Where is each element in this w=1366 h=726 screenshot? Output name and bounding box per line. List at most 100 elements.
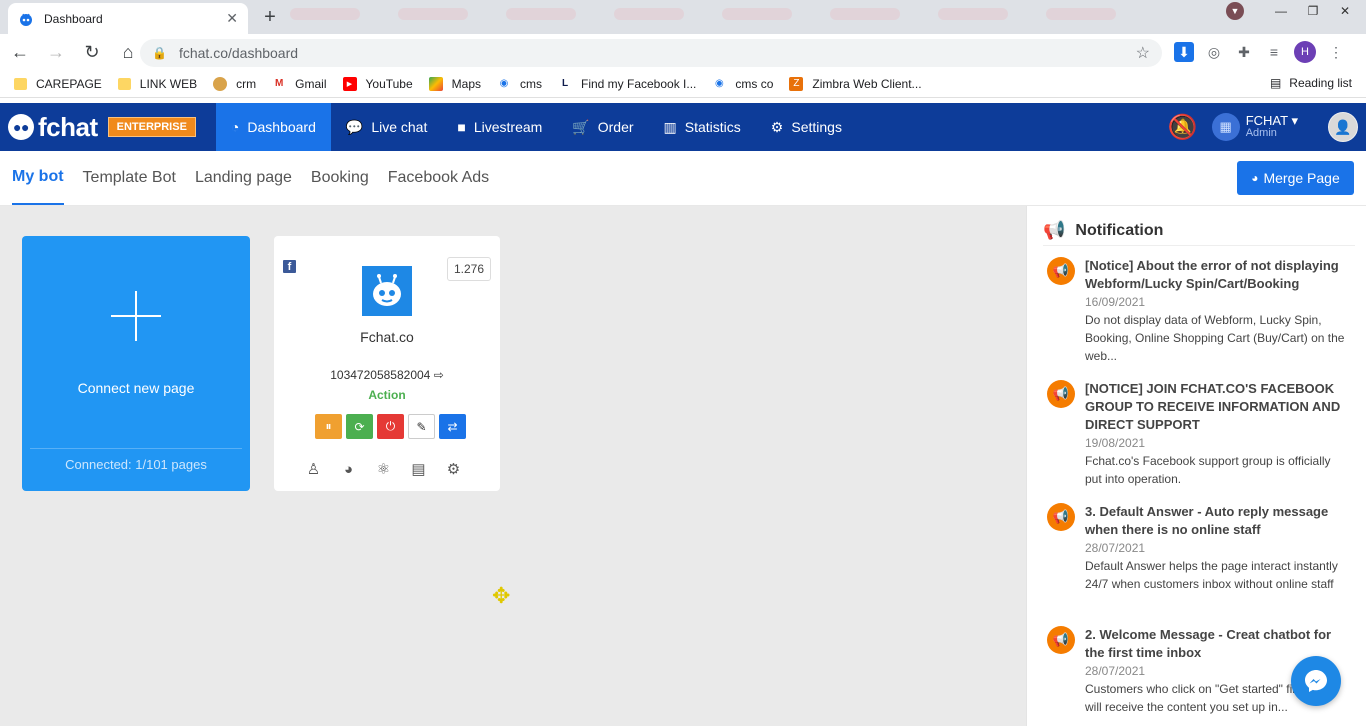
bookmark-star-icon[interactable]: ☆ bbox=[1136, 43, 1150, 63]
restore-button[interactable]: ❐ bbox=[1300, 2, 1326, 20]
messenger-chat-button[interactable] bbox=[1291, 656, 1341, 706]
header-right: 🔕 ▦ FCHAT ▾ Admin 👤 bbox=[1168, 103, 1358, 151]
account-building-icon: ▦ bbox=[1211, 113, 1240, 141]
card-divider bbox=[30, 448, 242, 449]
nav-settings[interactable]: ⚙ Settings bbox=[756, 103, 857, 151]
nav-livestream[interactable]: ■ Livestream bbox=[442, 103, 557, 151]
page-status: Action bbox=[368, 388, 406, 402]
close-window-button[interactable]: ✕ bbox=[1332, 2, 1358, 20]
browser-menu-icon[interactable]: ⋮ bbox=[1326, 42, 1346, 62]
nav-statistics[interactable]: ▥ Statistics bbox=[649, 103, 756, 151]
address-bar[interactable]: 🔒 fchat.co/dashboard ☆ bbox=[140, 39, 1162, 67]
profile-avatar[interactable]: H bbox=[1294, 41, 1316, 63]
fchat-logo[interactable]: ●● fchat bbox=[8, 112, 98, 143]
new-tab-button[interactable]: + bbox=[258, 6, 282, 28]
bookmarks-bar: CAREPAGE LINK WEB crm M Gmail ▶ YouTube Ma… bbox=[0, 70, 1366, 98]
crm-avatar-icon bbox=[213, 76, 228, 91]
bookmark-link-web[interactable]: LINK WEB bbox=[117, 77, 197, 91]
messenger-icon[interactable]: ◕ bbox=[339, 460, 358, 478]
chat-bubble-icon: 💬 bbox=[345, 118, 364, 135]
fchat-favicon-icon bbox=[18, 11, 34, 27]
tab-template-bot[interactable]: Template Bot bbox=[83, 151, 176, 205]
notifications-muted-icon[interactable]: 🔕 bbox=[1168, 113, 1198, 142]
back-button[interactable]: ← bbox=[4, 36, 36, 68]
atom-icon[interactable]: ⚛ bbox=[374, 460, 393, 478]
external-link-icon: ⇨ bbox=[433, 368, 444, 382]
gear-icon[interactable]: ⚙ bbox=[444, 460, 463, 478]
page-avatar[interactable] bbox=[362, 266, 412, 316]
user-icon[interactable]: ♙ bbox=[304, 460, 323, 478]
page-card: f 1.276 Fchat.co 103472058582004 ⇨ Actio… bbox=[274, 236, 500, 491]
browser-tabstrip: Dashboard ✕ + ▼ — ❐ ✕ bbox=[0, 0, 1366, 34]
extension-circle-icon[interactable]: ◎ bbox=[1204, 42, 1224, 62]
tab-facebook-ads[interactable]: Facebook Ads bbox=[388, 151, 489, 205]
media-control-icon[interactable]: ▼ bbox=[1226, 2, 1244, 20]
caret-down-icon: ▾ bbox=[1291, 113, 1298, 129]
swap-button[interactable]: ⇄ bbox=[439, 414, 466, 439]
browser-tab-title: Dashboard bbox=[44, 11, 103, 26]
gmail-icon: M bbox=[274, 78, 284, 89]
close-tab-icon[interactable]: ✕ bbox=[226, 10, 238, 27]
bookmark-youtube[interactable]: ▶ YouTube bbox=[342, 76, 413, 91]
power-button[interactable]: ⏻ bbox=[377, 414, 404, 439]
messenger-icon bbox=[1305, 670, 1327, 692]
extensions-puzzle-icon[interactable]: ✚ bbox=[1234, 42, 1254, 62]
facebook-icon: f bbox=[283, 260, 296, 273]
gear-icon: ⚙ bbox=[770, 118, 784, 135]
bookmark-maps[interactable]: Maps bbox=[428, 76, 481, 91]
tab-my-bot[interactable]: My bot bbox=[12, 151, 64, 205]
media-queue-icon[interactable]: ≡ bbox=[1264, 42, 1284, 62]
nav-order[interactable]: 🛒 Order bbox=[557, 103, 648, 151]
bookmark-gmail[interactable]: M Gmail bbox=[272, 77, 327, 91]
youtube-icon: ▶ bbox=[342, 76, 357, 91]
account-menu[interactable]: FCHAT ▾ Admin bbox=[1246, 114, 1298, 139]
background-tabs[interactable] bbox=[290, 8, 1116, 20]
connect-new-page-card[interactable]: Connect new page Connected: 1/101 pages bbox=[22, 236, 250, 491]
enterprise-badge: ENTERPRISE bbox=[107, 117, 196, 137]
nav-live-chat[interactable]: 💬 Live chat bbox=[331, 103, 442, 151]
fchat-bot-icon: ◉ bbox=[499, 78, 509, 89]
folder-icon bbox=[14, 77, 27, 90]
sub-nav: My bot Template Bot Landing page Booking… bbox=[0, 151, 1366, 206]
folder-icon bbox=[117, 77, 131, 90]
messenger-icon: ◕ bbox=[1251, 171, 1259, 185]
bookmark-zimbra[interactable]: Z Zimbra Web Client... bbox=[789, 76, 922, 91]
dashboard-gauge-icon: ◔ bbox=[230, 119, 240, 135]
download-extension-icon[interactable]: ⬇ bbox=[1174, 42, 1194, 62]
plus-icon bbox=[111, 291, 161, 341]
notification-header: 📢 Notification bbox=[1043, 216, 1355, 246]
connect-new-page-label: Connect new page bbox=[77, 380, 195, 396]
bookmark-find-facebook-id[interactable]: L Find my Facebook I... bbox=[558, 77, 696, 91]
robot-icon bbox=[373, 274, 401, 306]
forward-button[interactable]: → bbox=[40, 36, 72, 68]
tab-booking[interactable]: Booking bbox=[311, 151, 369, 205]
page-name[interactable]: Fchat.co bbox=[274, 329, 500, 345]
minimize-button[interactable]: — bbox=[1268, 2, 1294, 20]
megaphone-icon: 📢 bbox=[1047, 257, 1075, 285]
l-logo-icon: L bbox=[561, 78, 569, 89]
bookmark-crm[interactable]: crm bbox=[213, 76, 256, 91]
page-actions: ⏸ ⟳ ⏻ ✎ ⇄ bbox=[315, 414, 466, 439]
page-id[interactable]: 103472058582004 ⇨ bbox=[274, 368, 500, 382]
reading-list[interactable]: ▤ Reading list bbox=[1270, 76, 1352, 90]
pause-button[interactable]: ⏸ bbox=[315, 414, 342, 439]
user-avatar[interactable]: 👤 bbox=[1328, 112, 1358, 142]
bookmark-cms[interactable]: ◉ cms bbox=[497, 77, 542, 91]
url-text[interactable]: fchat.co/dashboard bbox=[179, 45, 1136, 61]
tab-landing-page[interactable]: Landing page bbox=[195, 151, 292, 205]
subscriber-count: 1.276 bbox=[447, 257, 491, 281]
connected-pages-count: Connected: 1/101 pages bbox=[65, 457, 207, 472]
nav-dashboard[interactable]: ◔ Dashboard bbox=[215, 103, 331, 151]
bookmark-cms-co[interactable]: ◉ cms co bbox=[712, 77, 773, 91]
reload-button[interactable]: ↻ bbox=[76, 36, 108, 68]
bookmark-carepage[interactable]: CAREPAGE bbox=[14, 77, 102, 91]
sync-button[interactable]: ⟳ bbox=[346, 414, 373, 439]
edit-button[interactable]: ✎ bbox=[408, 414, 435, 439]
lock-icon[interactable]: 🔒 bbox=[152, 46, 167, 60]
move-cursor-icon: ✥ bbox=[492, 583, 511, 608]
browser-toolbar: ← → ↻ ⌂ 🔒 fchat.co/dashboard ☆ ⬇ ◎ ✚ ≡ H… bbox=[0, 34, 1366, 70]
merge-page-button[interactable]: ◕ Merge Page bbox=[1237, 161, 1354, 195]
browser-tab-dashboard[interactable]: Dashboard ✕ bbox=[8, 3, 248, 34]
window-controls: ▼ — ❐ ✕ bbox=[1226, 2, 1358, 20]
card-list-icon[interactable]: ▤ bbox=[409, 460, 428, 478]
